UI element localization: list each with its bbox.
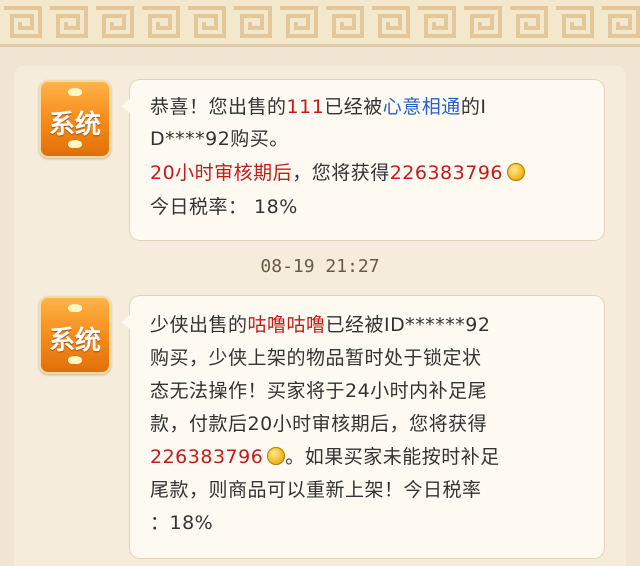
text: 尾款，则商品可以重新上架！今日税率 — [150, 479, 482, 501]
tax-rate: 今日税率： 18% — [150, 196, 298, 218]
amount: 226383796 — [389, 162, 503, 184]
gold-coin-icon — [507, 163, 525, 181]
message-line: 款，付款后20小时审核期后，您将获得 — [150, 411, 487, 438]
message-line: 态无法操作！买家将于24小时内补足尾 — [150, 378, 487, 405]
decorative-border — [0, 0, 640, 47]
system-label: 系统 — [48, 110, 101, 140]
message-bubble-1: 恭喜！您出售的111已经被心意相通的I D****92购买。 20小时审核期后，… — [121, 80, 604, 240]
message-line: 20小时审核期后，您将获得226383796 — [150, 160, 525, 187]
message-line: 今日税率： 18% — [150, 194, 298, 221]
text: 态无法操作！买家将于24小时内补足尾 — [150, 380, 488, 402]
message-line: 226383796 。如果买家未能按时补足 — [150, 444, 500, 471]
timestamp: 08-19 21:27 — [260, 256, 380, 277]
item-name: 咕噜咕噜 — [247, 314, 326, 336]
message-line: 少侠出售的咕噜咕噜已经被ID******92 — [150, 312, 490, 339]
text: 恭喜！您出售的 — [150, 96, 287, 118]
text: 少侠出售的 — [150, 314, 248, 336]
message-line: 购买，少侠上架的物品暂时处于锁定状 — [150, 345, 482, 372]
text: 购买，少侠上架的物品暂时处于锁定状 — [150, 347, 482, 369]
system-avatar-icon: 系统 — [39, 296, 111, 374]
text: 已经被 — [324, 96, 383, 118]
amount: 226383796 — [150, 446, 264, 468]
system-avatar-icon: 系统 — [39, 80, 111, 158]
text: 已经被ID******92 — [325, 314, 491, 336]
text: ，您将获得 — [292, 162, 390, 184]
buyer-name: 心意相通 — [382, 96, 461, 118]
system-label: 系统 — [48, 326, 101, 356]
text: 款，付款后20小时审核期后，您将获得 — [150, 413, 488, 435]
message-line: ：18% — [150, 510, 213, 537]
message-line: D****92购买。 — [150, 126, 289, 153]
message-line: 尾款，则商品可以重新上架！今日税率 — [150, 477, 482, 504]
message-line: 恭喜！您出售的111已经被心意相通的I — [150, 94, 486, 121]
text: D****92购买。 — [150, 128, 289, 150]
text: 。如果买家未能按时补足 — [285, 446, 500, 468]
message-bubble-2: 少侠出售的咕噜咕噜已经被ID******92 购买，少侠上架的物品暂时处于锁定状… — [121, 296, 604, 558]
tax-rate: ：18% — [150, 512, 214, 534]
item-name: 111 — [286, 96, 325, 118]
review-period: 20小时审核期后 — [150, 162, 293, 184]
text: 的I — [460, 96, 487, 118]
gold-coin-icon — [267, 447, 286, 465]
